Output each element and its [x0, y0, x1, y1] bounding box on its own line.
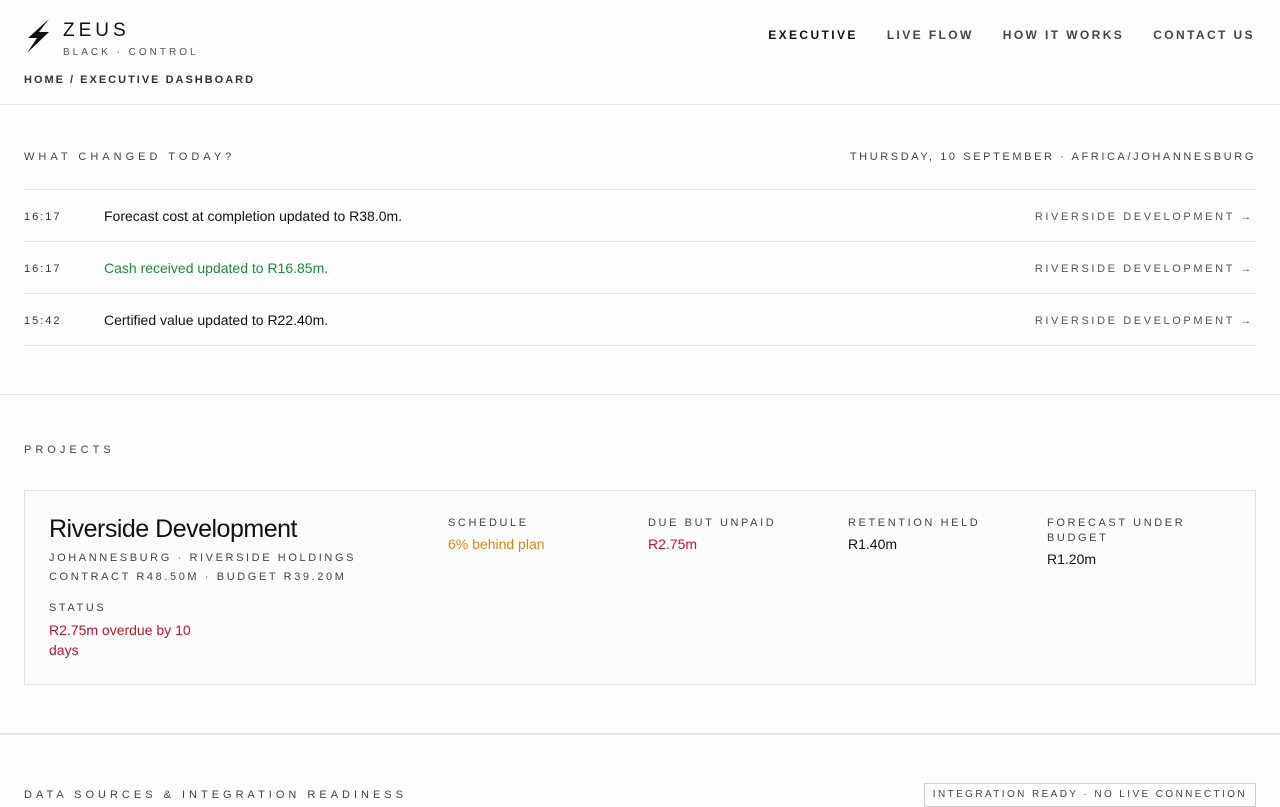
brand-tagline: BLACK · CONTROL — [63, 47, 199, 58]
change-project-link[interactable]: RIVERSIDE DEVELOPMENT → — [1035, 315, 1254, 327]
change-text: Forecast cost at completion updated to R… — [104, 208, 403, 224]
brand-name: ZEUS — [63, 20, 130, 41]
metric-value: R1.40m — [848, 536, 898, 552]
project-contract-budget: CONTRACT R48.50M · BUDGET R39.20M — [49, 571, 347, 583]
site-header: ZEUS BLACK · CONTROL EXECUTIVE LIVE FLOW… — [0, 0, 1280, 105]
section-divider — [0, 394, 1280, 395]
metric-forecast-under-budget: FORECAST UNDER BUDGET R1.20m — [1047, 516, 1207, 567]
metric-label: FORECAST UNDER BUDGET — [1047, 517, 1186, 544]
nav-executive[interactable]: EXECUTIVE — [768, 28, 858, 42]
status-value: R2.75m overdue by 10 days — [49, 622, 191, 658]
nav-how-it-works[interactable]: HOW IT WORKS — [1003, 28, 1124, 42]
main-nav: EXECUTIVE LIVE FLOW HOW IT WORKS CONTACT… — [768, 28, 1255, 42]
lightning-bolt-icon — [27, 19, 49, 53]
logo[interactable]: ZEUS BLACK · CONTROL — [24, 18, 199, 58]
metric-schedule: SCHEDULE 6% behind plan — [448, 516, 618, 552]
metric-label: SCHEDULE — [448, 517, 529, 529]
change-time: 16:17 — [24, 211, 62, 223]
section-divider — [0, 733, 1280, 735]
change-time: 15:42 — [24, 315, 62, 327]
integration-status-badge: INTEGRATION READY · NO LIVE CONNECTION — [923, 783, 1256, 807]
logo-text: ZEUS BLACK · CONTROL — [63, 18, 199, 58]
change-row: 15:42 Certified value updated to R22.40m… — [24, 294, 1256, 346]
change-text: Cash received updated to R16.85m. — [104, 260, 329, 276]
change-row: 16:17 Forecast cost at completion update… — [24, 190, 1256, 242]
metric-label: DUE BUT UNPAID — [648, 517, 777, 529]
change-row: 16:17 Cash received updated to R16.85m. … — [24, 242, 1256, 294]
change-text: Certified value updated to R22.40m. — [104, 312, 329, 328]
nav-contact-us[interactable]: CONTACT US — [1153, 28, 1255, 42]
nav-live-flow[interactable]: LIVE FLOW — [887, 28, 974, 42]
metric-value: R2.75m — [648, 536, 698, 552]
project-card[interactable]: Riverside Development JOHANNESBURG · RIV… — [24, 490, 1256, 685]
change-project-link[interactable]: RIVERSIDE DEVELOPMENT → — [1035, 211, 1254, 223]
changes-list: 16:17 Forecast cost at completion update… — [24, 189, 1256, 346]
metric-value: 6% behind plan — [448, 536, 545, 552]
metric-value: R1.20m — [1047, 551, 1097, 567]
change-project-link[interactable]: RIVERSIDE DEVELOPMENT → — [1035, 263, 1254, 275]
metric-label: RETENTION HELD — [848, 517, 981, 529]
projects-title: PROJECTS — [24, 444, 115, 456]
metric-retention-held: RETENTION HELD R1.40m — [848, 516, 1018, 552]
change-time: 16:17 — [24, 263, 62, 275]
current-date: THURSDAY, 10 SEPTEMBER · AFRICA/JOHANNES… — [849, 151, 1256, 163]
project-location-client: JOHANNESBURG · RIVERSIDE HOLDINGS — [49, 552, 357, 564]
changes-title: WHAT CHANGED TODAY? — [24, 151, 236, 163]
metric-due-unpaid: DUE BUT UNPAID R2.75m — [648, 516, 818, 552]
project-name[interactable]: Riverside Development — [49, 515, 297, 544]
sources-title: DATA SOURCES & INTEGRATION READINESS — [24, 789, 407, 801]
breadcrumb[interactable]: HOME / EXECUTIVE DASHBOARD — [24, 74, 255, 86]
status-label: STATUS — [49, 602, 107, 614]
